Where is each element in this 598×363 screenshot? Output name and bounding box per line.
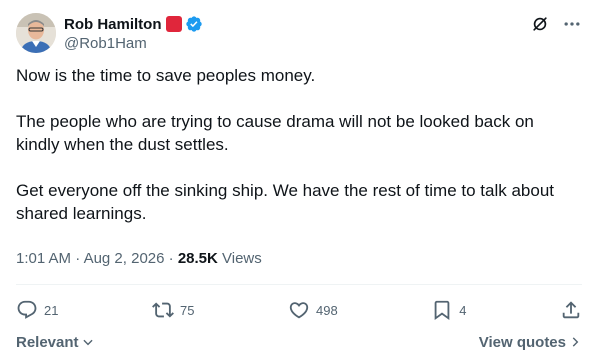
- share-icon: [562, 301, 580, 319]
- author-names: Rob Hamilton @Rob1Ham: [64, 14, 203, 52]
- like-button[interactable]: 498: [288, 299, 338, 321]
- view-quotes-link[interactable]: View quotes: [479, 334, 582, 351]
- meta-separator: ·: [168, 250, 174, 267]
- divider: [16, 284, 582, 285]
- like-count: 498: [316, 302, 338, 318]
- chevron-right-icon: [572, 337, 579, 347]
- meta-separator: ·: [75, 250, 81, 267]
- bookmark-count: 4: [459, 302, 467, 318]
- repost-icon: [152, 302, 174, 318]
- reply-count: 21: [44, 302, 59, 318]
- replies-footer: Relevant View quotes: [16, 332, 582, 352]
- sort-label: Relevant: [16, 333, 79, 351]
- repost-count: 75: [180, 302, 195, 318]
- view-quotes-label: View quotes: [478, 333, 566, 351]
- bookmark-button[interactable]: 4: [431, 299, 466, 321]
- reply-icon: [17, 300, 37, 319]
- display-name[interactable]: Rob Hamilton: [64, 16, 162, 33]
- repost-button[interactable]: 75: [152, 299, 194, 321]
- tweet-actions: 21 75 498 4: [16, 288, 582, 332]
- author-handle[interactable]: @Rob1Ham: [64, 35, 203, 52]
- avatar[interactable]: [16, 13, 56, 53]
- tweet-header: Rob Hamilton @Rob1Ham: [16, 12, 582, 56]
- red-badge-icon: [165, 16, 182, 32]
- bookmark-icon: [434, 300, 450, 321]
- tweet-meta: 1:01 AM · Aug 2, 2026 · 28.5K Views: [16, 250, 262, 267]
- more-options-icon[interactable]: [562, 14, 582, 34]
- chevron-down-icon: [82, 339, 93, 346]
- reply-button[interactable]: 21: [16, 299, 58, 321]
- verified-badge-icon: [185, 15, 203, 33]
- sort-replies-dropdown[interactable]: Relevant: [16, 334, 95, 351]
- tweet-date[interactable]: Aug 2, 2026: [84, 250, 165, 267]
- views-label: Views: [222, 250, 262, 267]
- views-count: 28.5K: [177, 250, 218, 267]
- tweet-top-actions: [530, 14, 582, 34]
- grok-icon[interactable]: [530, 14, 550, 34]
- heart-icon: [289, 302, 309, 319]
- tweet-time[interactable]: 1:01 AM: [16, 250, 71, 267]
- share-button[interactable]: [560, 299, 582, 321]
- tweet-text: Now is the time to save peoples money. T…: [16, 66, 555, 223]
